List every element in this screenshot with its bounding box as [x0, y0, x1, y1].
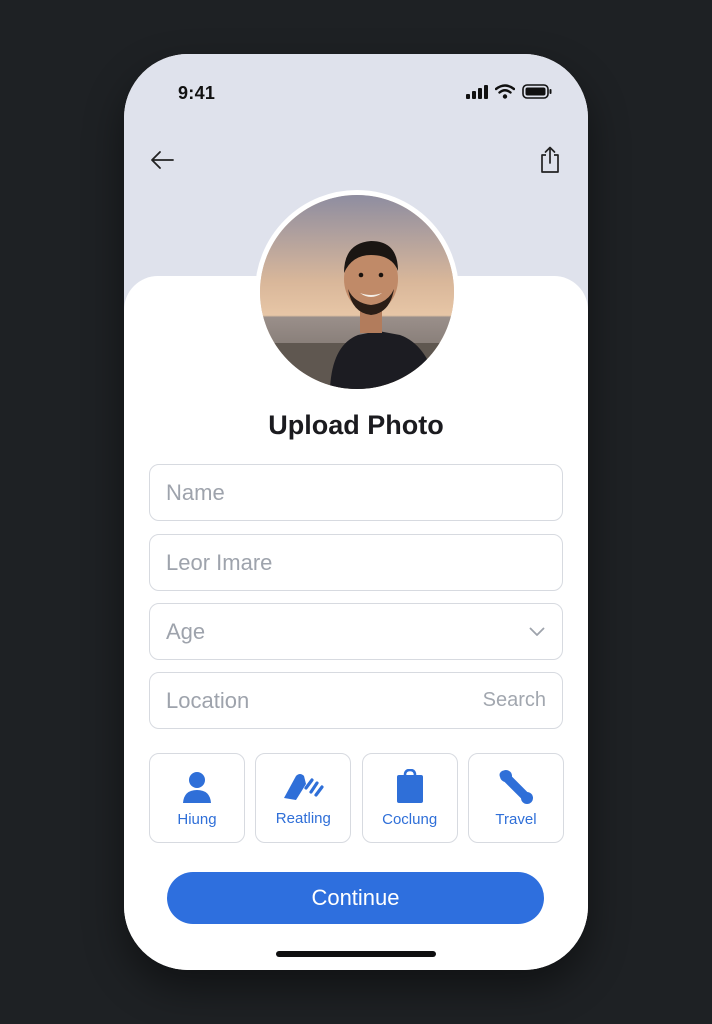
signal-icon: [466, 84, 488, 99]
interest-chip-coclung[interactable]: Coclung: [361, 753, 458, 843]
share-button[interactable]: [534, 144, 566, 176]
wifi-icon: [495, 84, 515, 99]
status-icons: [466, 84, 552, 99]
name-input[interactable]: [166, 465, 546, 520]
profile-photo[interactable]: [255, 190, 459, 394]
person-icon: [183, 771, 211, 803]
continue-button[interactable]: Continue: [167, 872, 544, 924]
share-icon: [541, 146, 559, 173]
location-search-button[interactable]: Search: [483, 689, 546, 712]
page-title: Upload Photo: [268, 410, 444, 440]
hand-wave-icon: [284, 773, 324, 800]
back-button[interactable]: [146, 144, 178, 176]
name-field[interactable]: [149, 464, 563, 521]
chevron-down-icon: [527, 622, 546, 642]
profile-photo-image: [260, 195, 454, 389]
arrow-left-icon: [151, 151, 174, 169]
phone-frame: 9:41 Upload Photo Name Leor Imare Age Lo…: [124, 54, 588, 970]
interest-label: Coclung: [382, 810, 438, 828]
interest-chip-reatling[interactable]: Reatling: [255, 753, 352, 843]
interest-options: Hiung Reatling Coclung Travel: [149, 753, 564, 843]
last-name-field[interactable]: [149, 534, 563, 591]
interest-label: Hiung: [177, 810, 217, 828]
location-input[interactable]: [166, 673, 483, 728]
interest-label: Reatling: [275, 809, 331, 827]
bag-icon: [396, 768, 423, 803]
battery-icon: [522, 84, 552, 99]
status-time: 9:41: [178, 83, 216, 103]
interest-chip-hiung[interactable]: Hiung: [149, 753, 245, 843]
interest-label: Travel: [495, 810, 537, 828]
location-field[interactable]: Search: [149, 672, 563, 729]
last-name-input[interactable]: [166, 535, 546, 590]
interest-chip-travel[interactable]: Travel: [467, 753, 564, 843]
home-indicator: [276, 951, 436, 957]
age-select[interactable]: [149, 603, 563, 660]
age-input[interactable]: [166, 604, 527, 659]
travel-icon: [499, 769, 533, 804]
